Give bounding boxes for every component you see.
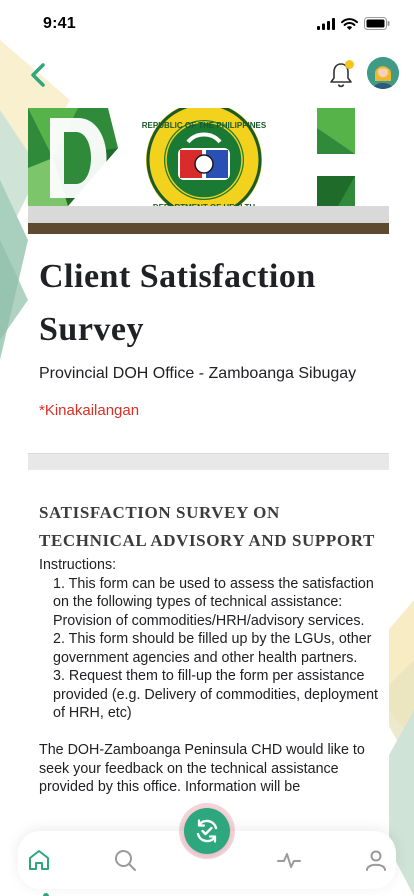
banner-accent-bar bbox=[28, 223, 389, 234]
form-subtitle: Provincial DOH Office - Zamboanga Sibuga… bbox=[39, 365, 357, 382]
form-title: Client Satisfaction Survey bbox=[39, 258, 316, 348]
battery-icon bbox=[364, 17, 390, 30]
status-time: 9:41 bbox=[43, 15, 76, 32]
avatar[interactable] bbox=[367, 57, 399, 89]
section-divider bbox=[28, 453, 389, 470]
status-icons bbox=[317, 17, 390, 30]
instruction-item: 2. This form should be filled up by the … bbox=[53, 631, 372, 666]
cellular-signal-icon bbox=[317, 17, 335, 30]
feedback-paragraph: The DOH-Zamboanga Peninsula CHD would li… bbox=[39, 742, 365, 795]
banner-stripe bbox=[28, 206, 389, 223]
notification-badge bbox=[345, 60, 354, 69]
required-note: *Kinakailangan bbox=[39, 402, 140, 419]
instruction-item: 1. This form can be used to assess the s… bbox=[53, 575, 374, 629]
chevron-left-icon bbox=[31, 63, 45, 87]
home-icon bbox=[29, 850, 49, 870]
nav-activity[interactable] bbox=[276, 847, 302, 873]
app-header bbox=[0, 52, 414, 96]
profile-icon bbox=[366, 850, 386, 871]
section-heading: SATISFACTION SURVEY ON TECHNICAL ADVISOR… bbox=[39, 503, 375, 550]
status-bar: 9:41 bbox=[0, 0, 414, 48]
svg-text:REPUBLIC OF THE PHILIPPINES: REPUBLIC OF THE PHILIPPINES bbox=[142, 121, 267, 130]
check-refresh-icon bbox=[196, 819, 218, 843]
instruction-item: 3. Request them to fill-up the form per … bbox=[53, 668, 379, 721]
user-avatar-icon bbox=[367, 57, 399, 89]
nav-home[interactable] bbox=[26, 847, 52, 896]
form-header-banner: REPUBLIC OF THE PHILIPPINES DEPARTMENT O… bbox=[28, 108, 389, 234]
wifi-icon bbox=[341, 17, 358, 30]
nav-search[interactable] bbox=[112, 847, 138, 873]
notifications-button[interactable] bbox=[326, 60, 356, 90]
form-card: REPUBLIC OF THE PHILIPPINES DEPARTMENT O… bbox=[28, 108, 389, 868]
back-button[interactable] bbox=[24, 60, 54, 90]
activity-icon bbox=[277, 853, 301, 868]
center-action-button[interactable] bbox=[184, 808, 230, 854]
instructions-label: Instructions: bbox=[39, 557, 117, 573]
section-description: Instructions: 1. This form can be used t… bbox=[39, 556, 379, 797]
nav-profile[interactable] bbox=[363, 847, 389, 873]
search-icon bbox=[115, 850, 136, 871]
